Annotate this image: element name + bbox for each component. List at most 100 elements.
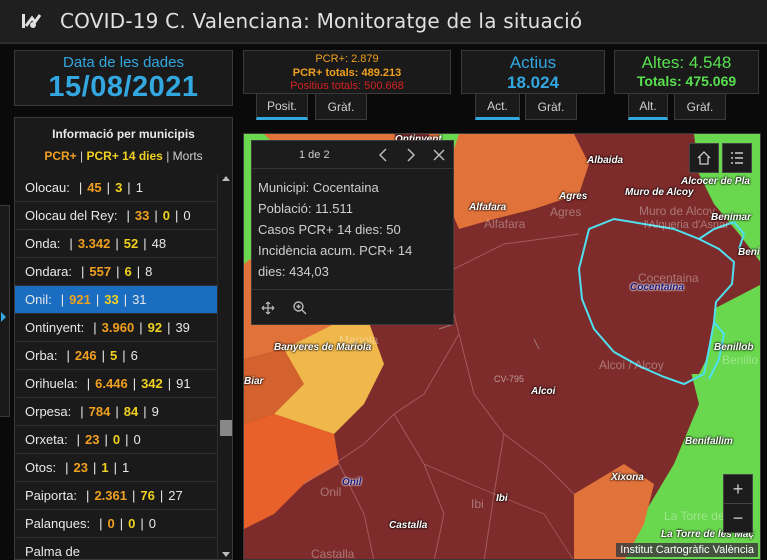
map-ghost-label: Benillo: [722, 353, 759, 367]
home-icon: [697, 151, 711, 165]
move-icon: [261, 301, 275, 314]
map-place-label: Biar: [244, 376, 264, 387]
popup-prev-button[interactable]: [369, 141, 397, 169]
deaths-value: 91: [176, 376, 191, 391]
deaths-value: 39: [175, 320, 190, 335]
map-place-label: Benillob: [714, 342, 754, 353]
scroll-down-icon[interactable]: [222, 552, 230, 557]
tab-graf-alt[interactable]: Gràf.: [674, 94, 726, 120]
pcr-value: 3.960: [101, 320, 135, 335]
list-item[interactable]: Palma de: [15, 538, 217, 559]
municipality-name: Ondara:: [25, 264, 72, 279]
scroll-up-icon[interactable]: [222, 176, 230, 181]
pcr14-value: 0: [112, 432, 121, 447]
municipalities-panel: Informació per municipis PCR+ | PCR+ 14 …: [14, 117, 233, 560]
tab-graf-posit[interactable]: Gràf.: [315, 94, 367, 120]
layer-list-button[interactable]: [722, 143, 752, 173]
value-separator: |: [136, 264, 141, 279]
value-separator: |: [132, 376, 137, 391]
popup-line: Població: 11.511: [258, 201, 353, 216]
zoom-out-button[interactable]: −: [723, 503, 753, 533]
popup-close-button[interactable]: [425, 141, 453, 169]
tab-graf-act[interactable]: Gràf.: [525, 94, 577, 120]
pcr-value: 784: [88, 404, 111, 419]
value-separator: |: [154, 208, 158, 223]
popup-actions: [252, 289, 453, 325]
list-item[interactable]: Olocau: | 45 | 3 | 1: [15, 174, 217, 202]
value-separator: |: [116, 264, 120, 279]
pcr-value: 557: [89, 264, 112, 279]
value-separator: |: [78, 180, 83, 195]
map-place-label: Beni: [738, 247, 760, 258]
map-place-label: Alfafara: [469, 202, 507, 213]
deaths-value: 48: [151, 236, 167, 251]
municipalities-list[interactable]: Olocau: | 45 | 3 | 1 Olocau del Rey: | 33 | 0 | 0 Onda…: [15, 174, 217, 559]
list-item[interactable]: Orxeta: | 23 | 0 | 0: [15, 426, 217, 454]
altes-total: Totals: 475.069: [636, 73, 737, 89]
list-item[interactable]: Onil: | 921 | 33 | 31: [15, 286, 217, 314]
zoom-in-button[interactable]: +: [723, 474, 753, 504]
pcr14-value: 92: [147, 320, 163, 335]
list-item[interactable]: Olocau del Rey: | 33 | 0 | 0: [15, 202, 217, 230]
value-separator: |: [104, 432, 108, 447]
popup-line: Incidència acum. PCR+ 14: [258, 243, 413, 258]
map-view[interactable]: Alfafara Agres Muro de Alcoy l'Alqueria …: [243, 133, 761, 560]
value-separator: |: [122, 348, 126, 363]
zoom-to-button[interactable]: [284, 292, 316, 324]
value-separator: |: [99, 516, 103, 531]
list-item[interactable]: Paiporta: | 2.361 | 76 | 27: [15, 482, 217, 510]
municipality-name: Orihuela:: [25, 376, 78, 391]
popup-line: Casos PCR+ 14 dies: 50: [258, 222, 401, 237]
home-button[interactable]: [689, 143, 719, 173]
scroll-thumb[interactable]: [220, 420, 232, 436]
legend-morts: Morts: [172, 149, 203, 163]
pcr14-value: 76: [140, 488, 155, 503]
popup-next-button[interactable]: [397, 141, 425, 169]
pcr14-value: 342: [141, 376, 163, 391]
popup-counter: 1 de 2: [299, 148, 330, 161]
altes-panel: Altes: 4.548 Totals: 475.069: [614, 50, 759, 94]
municipality-name: Paiporta:: [25, 488, 78, 503]
pcr14-value: 0: [128, 516, 136, 531]
deaths-value: 6: [130, 348, 138, 363]
map-ghost-label: Castalla: [311, 547, 355, 560]
tab-posit[interactable]: Posit.: [256, 94, 308, 120]
tab-act[interactable]: Act.: [475, 94, 520, 120]
list-item[interactable]: Onda: | 3.342 | 52 | 48: [15, 230, 217, 258]
list-item[interactable]: Palanques: | 0 | 0 | 0: [15, 510, 217, 538]
value-separator: |: [106, 180, 111, 195]
list-item[interactable]: Orba: | 246 | 5 | 6: [15, 342, 217, 370]
pcr-value: 3.342: [77, 236, 111, 251]
pcr14-value: 84: [123, 404, 139, 419]
chevron-right-icon: [1, 312, 6, 322]
page-title: COVID-19 C. Valenciana: Monitoratge de l…: [60, 9, 583, 33]
deaths-value: 1: [121, 460, 130, 475]
pcr-value: 33: [134, 208, 150, 223]
municipality-name: Orpesa:: [25, 404, 72, 419]
tab-alt[interactable]: Alt.: [628, 94, 668, 120]
list-item[interactable]: Orpesa: | 784 | 84 | 9: [15, 398, 217, 426]
list-scrollbar[interactable]: [217, 174, 232, 559]
map-place-label: Castalla: [389, 520, 428, 531]
value-separator: |: [174, 208, 179, 223]
list-item[interactable]: Orihuela: | 6.446 | 342 | 91: [15, 370, 217, 398]
value-separator: |: [115, 404, 119, 419]
popup-line: dies: 434,03: [258, 264, 329, 279]
side-collapse-handle[interactable]: [0, 205, 10, 417]
pcr-value: 23: [73, 460, 88, 475]
municipality-name: Otos:: [25, 460, 57, 475]
pcr14-value: 0: [162, 208, 170, 223]
pcr-panel: PCR+: 2.879 PCR+ totals: 489.213 Positiu…: [243, 50, 451, 94]
legend-pcr14: PCR+ 14 dies: [86, 149, 163, 163]
list-item[interactable]: Ondara: | 557 | 6 | 8: [15, 258, 217, 286]
value-separator: |: [113, 460, 117, 475]
list-item[interactable]: Ontinyent: | 3.960 | 92 | 39: [15, 314, 217, 342]
municipality-name: Palma de: [25, 544, 80, 559]
value-separator: |: [167, 376, 172, 391]
pcr-value: 23: [85, 432, 100, 447]
popup-line: Municipi: Cocentaina: [258, 180, 379, 195]
value-separator: |: [92, 460, 97, 475]
list-item[interactable]: Otos: | 23 | 1 | 1: [15, 454, 217, 482]
pan-button[interactable]: [252, 292, 284, 324]
deaths-value: 9: [151, 404, 159, 419]
